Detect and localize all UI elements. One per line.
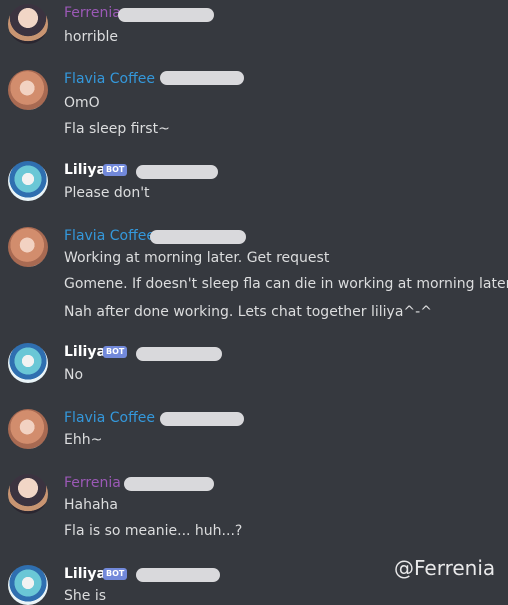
message-text: Gomene. If doesn't sleep fla can die in …: [64, 276, 508, 292]
message-text: OmO: [64, 95, 100, 111]
redaction-scribble: [150, 230, 246, 244]
message-text: Fla is so meanie... huh...?: [64, 523, 243, 539]
username[interactable]: Ferrenia: [64, 4, 121, 22]
watermark: @Ferrenia: [394, 556, 496, 580]
redaction-scribble: [136, 568, 220, 582]
username[interactable]: Flavia Coffee: [64, 227, 155, 245]
redaction-scribble: [124, 477, 214, 491]
username[interactable]: Ferrenia: [64, 474, 121, 492]
message-text: She is: [64, 588, 107, 604]
message-text: Nah after done working. Lets chat togeth…: [64, 304, 432, 320]
avatar[interactable]: [8, 227, 48, 267]
username[interactable]: Liliya: [64, 343, 106, 361]
redaction-scribble: [160, 412, 244, 426]
username[interactable]: Liliya: [64, 565, 106, 583]
message-text: horrible: [64, 29, 118, 45]
message-text: Fla sleep first~: [64, 121, 170, 137]
bot-badge: BOT: [103, 346, 128, 358]
bot-badge: BOT: [103, 164, 128, 176]
message-text: Please don't: [64, 185, 150, 201]
message-text: No: [64, 367, 84, 383]
avatar[interactable]: [8, 161, 48, 201]
avatar[interactable]: [8, 409, 48, 449]
avatar[interactable]: [8, 70, 48, 110]
avatar[interactable]: [8, 565, 48, 605]
username[interactable]: Flavia Coffee: [64, 70, 155, 88]
redaction-scribble: [118, 8, 214, 22]
bot-badge: BOT: [103, 568, 128, 580]
redaction-scribble: [136, 347, 222, 361]
username[interactable]: Liliya: [64, 161, 106, 179]
username[interactable]: Flavia Coffee: [64, 409, 155, 427]
avatar[interactable]: [8, 474, 48, 514]
redaction-scribble: [136, 165, 218, 179]
avatar[interactable]: [8, 4, 48, 44]
chat-log: Ferrenia horrible Flavia Coffee OmO Fla …: [0, 0, 508, 605]
message-text: Ehh~: [64, 432, 103, 448]
message-text: Hahaha: [64, 497, 119, 513]
avatar[interactable]: [8, 343, 48, 383]
redaction-scribble: [160, 71, 244, 85]
message-text: Working at morning later. Get request: [64, 250, 330, 266]
